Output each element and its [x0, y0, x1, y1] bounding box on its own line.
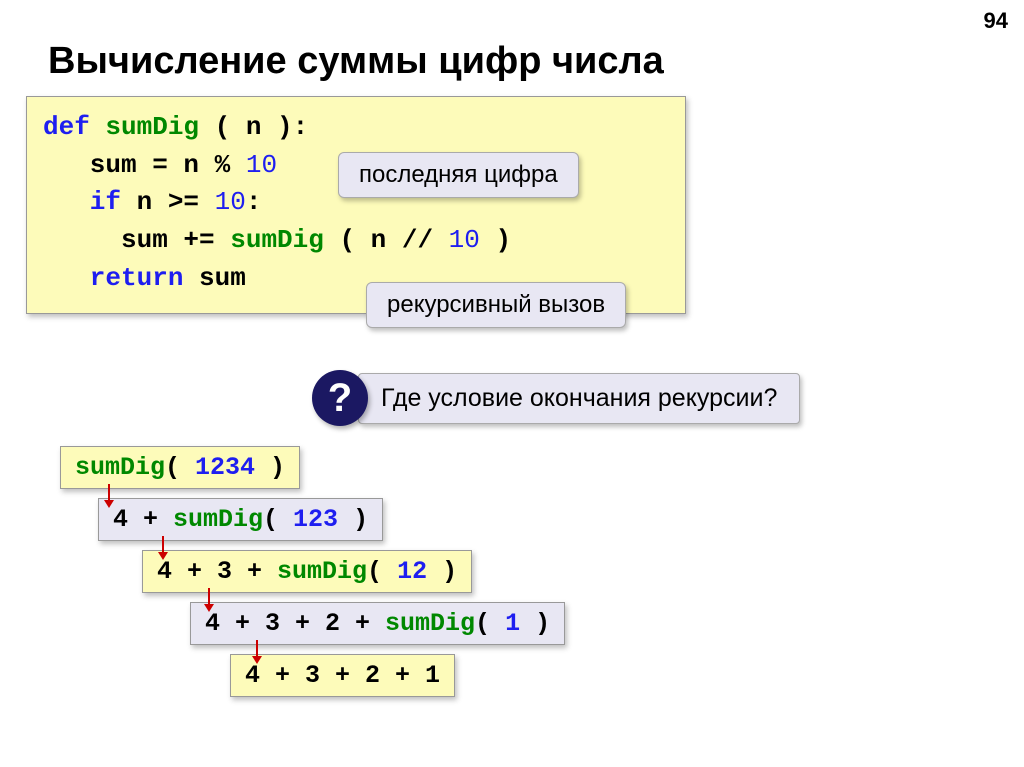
kw-if: if: [43, 187, 137, 217]
page-title: Вычисление суммы цифр числа: [48, 40, 664, 83]
num-literal: 10: [449, 225, 480, 255]
num-literal: 10: [246, 150, 277, 180]
question-text: Где условие окончания рекурсии?: [358, 373, 800, 424]
page-number: 94: [984, 8, 1008, 34]
paren: ): [255, 453, 285, 482]
red-arrow-icon: [108, 484, 110, 502]
paren: ): [520, 609, 550, 638]
code-text: ): [480, 225, 511, 255]
fn-name: sumDig: [277, 557, 367, 586]
code-text: sum +=: [43, 225, 230, 255]
paren: ): [338, 505, 368, 534]
code-text: ( n //: [339, 225, 448, 255]
code-line-1: def sumDig ( n ):: [43, 109, 669, 147]
kw-return: return: [43, 263, 199, 293]
fn-name: sumDig: [173, 505, 263, 534]
num-literal: 123: [293, 505, 338, 534]
fn-name: sumDig: [75, 453, 165, 482]
paren: (: [475, 609, 505, 638]
paren: (: [165, 453, 195, 482]
callout-recursive-call: рекурсивный вызов: [366, 282, 626, 328]
red-arrow-icon: [162, 536, 164, 554]
fn-name: sumDig: [230, 225, 339, 255]
code-text: :: [246, 187, 262, 217]
paren: ): [427, 557, 457, 586]
trace-step-4: 4 + 3 + 2 + sumDig( 1 ): [190, 602, 565, 645]
code-text: sum: [199, 263, 246, 293]
num-literal: 1: [505, 609, 520, 638]
code-text: ( n ):: [215, 112, 309, 142]
code-line-4: sum += sumDig ( n // 10 ): [43, 222, 669, 260]
code-text: sum = n %: [43, 150, 246, 180]
fn-name: sumDig: [385, 609, 475, 638]
kw-def: def: [43, 112, 105, 142]
callout-last-digit: последняя цифра: [338, 152, 579, 198]
expr: 4 + 3 + 2 +: [205, 609, 385, 638]
num-literal: 10: [215, 187, 246, 217]
num-literal: 1234: [195, 453, 255, 482]
expr: 4 + 3 + 2 + 1: [245, 661, 440, 690]
trace-step-3: 4 + 3 + sumDig( 12 ): [142, 550, 472, 593]
red-arrow-icon: [208, 588, 210, 606]
paren: (: [263, 505, 293, 534]
question-row: ? Где условие окончания рекурсии?: [312, 370, 800, 426]
red-arrow-icon: [256, 640, 258, 658]
num-literal: 12: [397, 557, 427, 586]
expr: 4 +: [113, 505, 173, 534]
trace-step-2: 4 + sumDig( 123 ): [98, 498, 383, 541]
expr: 4 + 3 +: [157, 557, 277, 586]
trace-step-5: 4 + 3 + 2 + 1: [230, 654, 455, 697]
paren: (: [367, 557, 397, 586]
question-mark-icon: ?: [312, 370, 368, 426]
code-text: n >=: [137, 187, 215, 217]
fn-name: sumDig: [105, 112, 214, 142]
trace-step-1: sumDig( 1234 ): [60, 446, 300, 489]
